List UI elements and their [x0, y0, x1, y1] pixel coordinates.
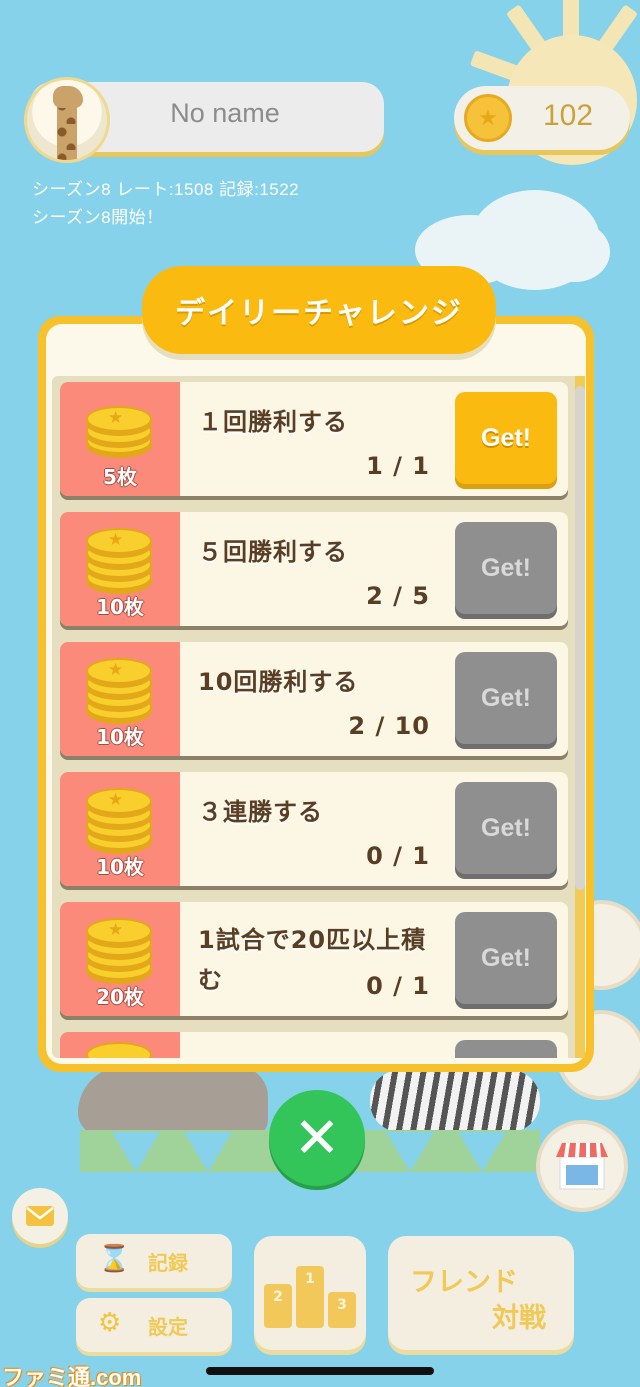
challenge-task: 10回勝利する: [198, 668, 359, 696]
hourglass-icon: ⌛: [98, 1244, 131, 1274]
get-reward-button[interactable]: Get!: [455, 782, 557, 874]
challenge-progress: 0 / 1: [366, 842, 430, 870]
reward-amount: 20枚: [96, 985, 144, 1009]
close-button[interactable]: ✕: [269, 1090, 365, 1186]
shop-button[interactable]: [536, 1120, 628, 1212]
player-name: No name: [170, 98, 280, 128]
challenge-row-partial: [60, 1032, 568, 1058]
reward-panel: ★ 10枚: [60, 642, 180, 756]
friend-match-button[interactable]: フレンド 対戦: [388, 1236, 574, 1350]
shop-icon: [556, 1142, 608, 1190]
challenge-task: ５回勝利する: [198, 538, 348, 566]
mail-icon: [26, 1206, 54, 1226]
dialog-title: デイリーチャレンジ: [175, 296, 463, 331]
ground-spike: [112, 1132, 160, 1172]
podium-third: 3: [328, 1292, 356, 1328]
challenge-progress: 0 / 1: [366, 972, 430, 1000]
challenge-task: ３連勝する: [198, 798, 323, 826]
challenge-row: ★ 10枚 ３連勝する 0 / 1 Get!: [60, 772, 568, 886]
close-icon: ✕: [293, 1105, 341, 1171]
coin-stack-icon: ★: [86, 654, 156, 720]
coin-count: 102: [542, 99, 594, 132]
get-reward-button-partial[interactable]: [455, 1040, 557, 1058]
get-reward-button[interactable]: Get!: [455, 912, 557, 1004]
coin-stack-icon: ★: [86, 784, 156, 850]
reward-amount: 10枚: [96, 725, 144, 749]
reward-panel: ★ 10枚: [60, 772, 180, 886]
watermark: ファミ通.com: [2, 1365, 142, 1387]
reward-amount: 10枚: [96, 855, 144, 879]
home-indicator[interactable]: [206, 1367, 434, 1375]
mail-button[interactable]: [12, 1188, 68, 1244]
match-label: 対戦: [492, 1303, 546, 1334]
gear-icon: ⚙: [98, 1308, 122, 1338]
challenge-row: ★ 5枚 １回勝利する 1 / 1 Get!: [60, 382, 568, 496]
podium-first: 1: [296, 1266, 324, 1328]
coin-stack-icon: ★: [86, 524, 156, 590]
ground-spike: [458, 1132, 506, 1172]
challenge-task: １回勝利する: [198, 408, 348, 436]
coin-stack-icon: ★: [86, 394, 156, 458]
get-reward-button[interactable]: Get!: [455, 392, 557, 484]
scrollbar-thumb[interactable]: [575, 386, 585, 890]
coin-stack-icon: ★: [86, 914, 156, 980]
coin-icon: ★: [464, 94, 512, 142]
challenge-row: ★ 20枚 1試合で20匹以上積む 0 / 1 Get!: [60, 902, 568, 1016]
reward-amount: 5枚: [103, 465, 137, 489]
reward-panel: ★ 5枚: [60, 382, 180, 496]
challenge-progress: 2 / 5: [366, 582, 430, 610]
records-button[interactable]: ⌛ 記録: [76, 1234, 232, 1288]
friend-label: フレンド: [410, 1267, 518, 1298]
ground-spike: [386, 1132, 434, 1172]
rhino-illustration: [78, 1066, 268, 1136]
season-info: シーズン8 レート:1508 記録:1522: [32, 180, 300, 199]
reward-panel: ★ 20枚: [60, 902, 180, 1016]
avatar[interactable]: [24, 77, 110, 163]
reward-amount: 10枚: [96, 595, 144, 619]
get-reward-button[interactable]: Get!: [455, 652, 557, 744]
ground-spike: [184, 1132, 232, 1172]
settings-button[interactable]: ⚙ 設定: [76, 1298, 232, 1352]
challenge-progress: 1 / 1: [366, 452, 430, 480]
records-label: 記録: [148, 1251, 188, 1275]
challenge-progress: 2 / 10: [348, 712, 430, 740]
dialog-title-banner: デイリーチャレンジ: [142, 266, 496, 354]
podium-second: 2: [264, 1284, 292, 1328]
challenge-row: ★ 10枚 10回勝利する 2 / 10 Get!: [60, 642, 568, 756]
season-notice: シーズン8開始！: [32, 208, 164, 227]
settings-label: 設定: [148, 1315, 188, 1339]
ranking-button[interactable]: 2 1 3: [254, 1236, 366, 1350]
reward-panel: [60, 1032, 180, 1058]
challenge-row: ★ 10枚 ５回勝利する 2 / 5 Get!: [60, 512, 568, 626]
get-reward-button[interactable]: Get!: [455, 522, 557, 614]
zebra-illustration: [370, 1070, 540, 1132]
reward-panel: ★ 10枚: [60, 512, 180, 626]
